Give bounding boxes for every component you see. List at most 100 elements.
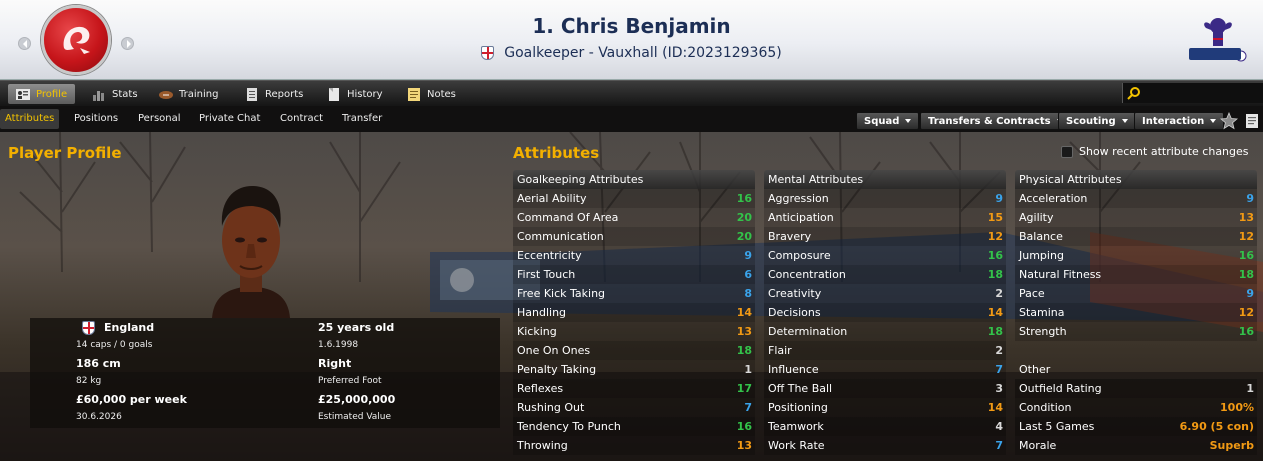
attribute-row[interactable]: Outfield Rating 1 <box>1015 379 1257 398</box>
attribute-value: 13 <box>736 325 752 338</box>
attribute-row[interactable]: Bravery 12 <box>764 227 1006 246</box>
interaction-dropdown[interactable]: Interaction <box>1134 112 1225 130</box>
star-icon[interactable] <box>1220 111 1238 130</box>
attribute-value: 15 <box>987 211 1003 224</box>
subtab-private-chat[interactable]: Private Chat <box>194 109 265 129</box>
weight-value: 82 kg <box>76 376 102 386</box>
attribute-row[interactable]: Influence 7 <box>764 360 1006 379</box>
attribute-value: 20 <box>736 211 752 224</box>
attribute-row[interactable]: Last 5 Games 6.90 (5 con) <box>1015 417 1257 436</box>
attribute-row[interactable]: Kicking 13 <box>513 322 755 341</box>
league-logo[interactable] <box>1183 10 1253 70</box>
goalkeeping-attributes-table: Goalkeeping Attributes Aerial Ability 16 C… <box>513 170 755 455</box>
attribute-row[interactable]: Tendency To Punch 16 <box>513 417 755 436</box>
attribute-row[interactable]: Pace 9 <box>1015 284 1257 303</box>
subtab-transfer[interactable]: Transfer <box>337 109 387 129</box>
attribute-value: 2 <box>995 344 1003 357</box>
date-of-birth-value: 1.6.1998 <box>318 340 359 350</box>
attribute-row[interactable]: Condition 100% <box>1015 398 1257 417</box>
other-attributes-header: Other <box>1019 363 1051 376</box>
attribute-value: 12 <box>1238 306 1254 319</box>
mental-attributes-table: Mental Attributes Aggression 9 Anticipatio… <box>764 170 1006 455</box>
attribute-row[interactable]: Throwing 13 <box>513 436 755 455</box>
attribute-row[interactable]: Command Of Area 20 <box>513 208 755 227</box>
subtab-attributes[interactable]: Attributes <box>0 109 60 129</box>
attribute-row[interactable]: Aggression 9 <box>764 189 1006 208</box>
attribute-name: Kicking <box>517 325 557 338</box>
contract-end-value: 30.6.2026 <box>76 412 122 422</box>
attribute-name: Natural Fitness <box>1019 268 1102 281</box>
attribute-name: Work Rate <box>768 439 825 452</box>
attribute-row[interactable]: Handling 14 <box>513 303 755 322</box>
attribute-row[interactable]: Natural Fitness 18 <box>1015 265 1257 284</box>
attribute-value: 9 <box>995 192 1003 205</box>
attribute-row[interactable]: Strength 16 <box>1015 322 1257 341</box>
attribute-name: Teamwork <box>768 420 824 433</box>
attribute-row[interactable]: Stamina 12 <box>1015 303 1257 322</box>
scouting-dropdown[interactable]: Scouting <box>1058 112 1136 130</box>
training-icon <box>159 90 173 99</box>
tab-profile[interactable]: Profile <box>8 84 76 104</box>
attribute-row[interactable]: Morale Superb <box>1015 436 1257 455</box>
attribute-value: 9 <box>1246 192 1254 205</box>
attribute-row[interactable]: One On Ones 18 <box>513 341 755 360</box>
tab-training[interactable]: Training <box>151 84 226 104</box>
attribute-row[interactable]: Eccentricity 9 <box>513 246 755 265</box>
attribute-value: 16 <box>987 249 1003 262</box>
attribute-row[interactable]: Flair 2 <box>764 341 1006 360</box>
attribute-name: Influence <box>768 363 819 376</box>
attribute-name: Communication <box>517 230 604 243</box>
attribute-row[interactable]: Composure 16 <box>764 246 1006 265</box>
attribute-row[interactable]: Work Rate 7 <box>764 436 1006 455</box>
subtab-contract[interactable]: Contract <box>275 109 328 129</box>
transfers-contracts-dropdown[interactable]: Transfers & Contracts <box>920 112 1071 130</box>
attribute-row[interactable]: Off The Ball 3 <box>764 379 1006 398</box>
attribute-row[interactable]: Decisions 14 <box>764 303 1006 322</box>
attribute-row[interactable]: First Touch 6 <box>513 265 755 284</box>
player-name-title: 1. Chris Benjamin <box>532 14 731 38</box>
attribute-name: Jumping <box>1019 249 1064 262</box>
checkbox[interactable] <box>1061 145 1073 158</box>
attribute-row[interactable]: Teamwork 4 <box>764 417 1006 436</box>
attribute-row[interactable]: Anticipation 15 <box>764 208 1006 227</box>
nation-value[interactable]: England <box>104 321 154 334</box>
estimated-value-label: Estimated Value <box>318 412 392 422</box>
history-icon <box>329 87 339 101</box>
notes-icon <box>408 87 420 101</box>
england-flag-icon <box>481 46 495 60</box>
search-input[interactable] <box>1122 83 1263 103</box>
squad-dropdown[interactable]: Squad <box>856 112 920 130</box>
player-position-club[interactable]: Goalkeeper - Vauxhall (ID:2023129365) <box>504 45 781 61</box>
attribute-name: Penalty Taking <box>517 363 597 376</box>
attribute-value: 12 <box>1238 230 1254 243</box>
tab-stats[interactable]: Stats <box>84 84 146 104</box>
attribute-row[interactable]: Concentration 18 <box>764 265 1006 284</box>
note-icon[interactable] <box>1244 113 1260 129</box>
attribute-row[interactable]: Creativity 2 <box>764 284 1006 303</box>
attribute-row[interactable]: Penalty Taking 1 <box>513 360 755 379</box>
tab-history[interactable]: History <box>319 84 391 104</box>
tab-notes[interactable]: Notes <box>399 84 464 104</box>
subtab-personal[interactable]: Personal <box>133 109 186 129</box>
attribute-row[interactable]: Reflexes 17 <box>513 379 755 398</box>
attribute-row[interactable]: Positioning 14 <box>764 398 1006 417</box>
attribute-value: 1 <box>1246 382 1254 395</box>
attribute-row[interactable]: Agility 13 <box>1015 208 1257 227</box>
attribute-row[interactable]: Balance 12 <box>1015 227 1257 246</box>
attribute-name: Balance <box>1019 230 1063 243</box>
attribute-row[interactable]: Determination 18 <box>764 322 1006 341</box>
attribute-row[interactable]: Communication 20 <box>513 227 755 246</box>
tab-reports[interactable]: Reports <box>237 84 311 104</box>
attribute-row[interactable]: Rushing Out 7 <box>513 398 755 417</box>
attribute-value: 17 <box>736 382 752 395</box>
attribute-value: 9 <box>744 249 752 262</box>
mental-attributes-header: Mental Attributes <box>764 170 1006 189</box>
attribute-row[interactable]: Acceleration 9 <box>1015 189 1257 208</box>
attribute-row[interactable]: Free Kick Taking 8 <box>513 284 755 303</box>
attribute-row[interactable]: Aerial Ability 16 <box>513 189 755 208</box>
attribute-row[interactable]: Jumping 16 <box>1015 246 1257 265</box>
show-attribute-changes-toggle[interactable]: Show recent attribute changes <box>1061 145 1249 158</box>
subtab-positions[interactable]: Positions <box>69 109 123 129</box>
england-flag-icon <box>82 321 95 335</box>
attribute-name: Positioning <box>768 401 828 414</box>
